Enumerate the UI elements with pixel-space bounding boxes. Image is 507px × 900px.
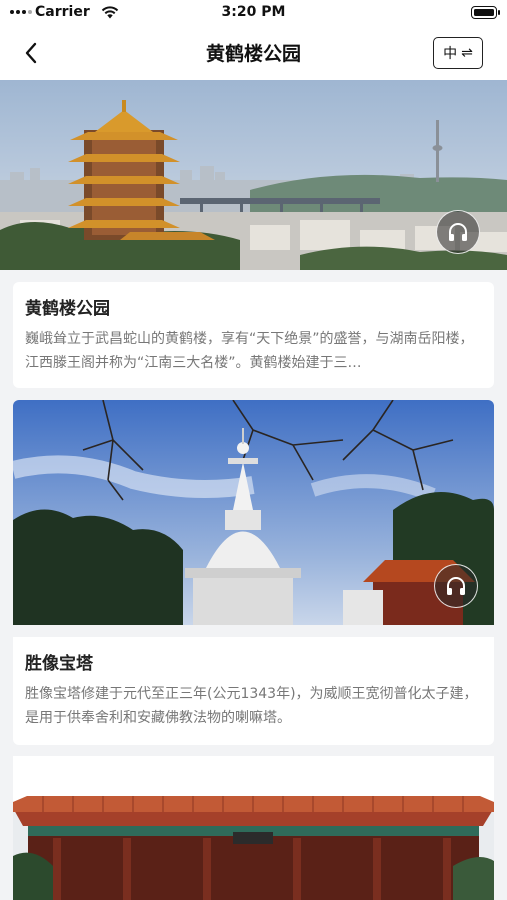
- audio-guide-button[interactable]: [434, 564, 478, 608]
- headphones-icon: [449, 223, 467, 241]
- spot-description: 胜像宝塔修建于元代至正三年(公元1343年)，为威顺王宽彻普化太子建，是用于供奉…: [25, 686, 478, 726]
- spot-list[interactable]: 黄鹤楼公园 巍峨耸立于武昌蛇山的黄鹤楼，享有“天下绝景”的盛誉，与湖南岳阳楼，江…: [0, 80, 507, 900]
- temple-hall-photo: [13, 756, 494, 900]
- switch-arrows-icon: ⇌: [461, 45, 473, 61]
- status-time: 3:20 PM: [221, 4, 286, 20]
- spot-description: 巍峨耸立于武昌蛇山的黄鹤楼，享有“天下绝景”的盛誉，与湖南岳阳楼，江西滕王阁并称…: [25, 331, 474, 371]
- page-title: 黄鹤楼公园: [205, 43, 301, 65]
- language-switch-button[interactable]: 中 ⇌: [433, 37, 483, 69]
- battery-icon: [471, 6, 500, 19]
- spot-title: 胜像宝塔: [25, 654, 93, 674]
- spot-card[interactable]: 黄鹤楼公园 巍峨耸立于武昌蛇山的黄鹤楼，享有“天下绝景”的盛誉，与湖南岳阳楼，江…: [13, 282, 494, 388]
- language-label: 中: [443, 46, 458, 62]
- audio-guide-button[interactable]: [436, 210, 480, 254]
- yellow-crane-tower-photo: [0, 80, 507, 270]
- spot-image-yellow-crane-tower[interactable]: [0, 80, 507, 270]
- headphones-icon: [447, 577, 465, 595]
- spot-title: 黄鹤楼公园: [25, 299, 110, 319]
- spot-card[interactable]: 胜像宝塔 胜像宝塔修建于元代至正三年(公元1343年)，为威顺王宽彻普化太子建，…: [13, 637, 494, 745]
- pagoda-photo: [13, 400, 494, 625]
- spot-image-pagoda[interactable]: [13, 400, 494, 625]
- spot-card[interactable]: [13, 756, 494, 900]
- navigation-bar: 黄鹤楼公园 中 ⇌: [0, 26, 507, 80]
- status-bar: Carrier 3:20 PM: [0, 0, 507, 26]
